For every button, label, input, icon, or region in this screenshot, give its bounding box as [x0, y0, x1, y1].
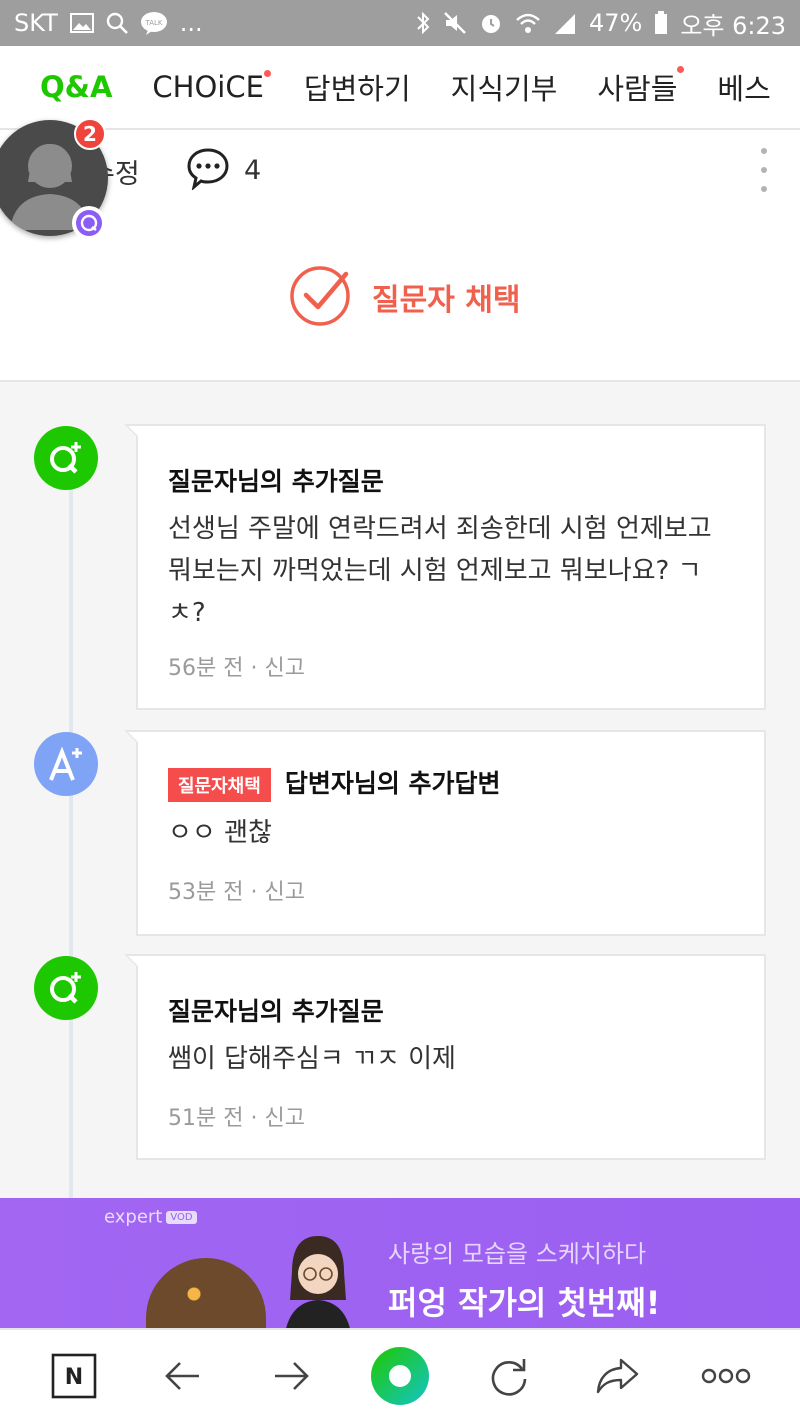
- tab-label: 베스: [717, 72, 771, 106]
- mute-icon: [443, 11, 467, 35]
- signal-icon: [553, 12, 577, 34]
- carrier-label: SKT: [14, 9, 58, 37]
- talk-bubble-icon[interactable]: [72, 206, 106, 240]
- tab-qna[interactable]: Q&A: [40, 70, 112, 104]
- tab-people[interactable]: 사람들: [597, 66, 685, 108]
- comment-count: 4: [244, 154, 262, 186]
- answer-info: 수정 4 질문자 채택: [0, 130, 800, 382]
- ad-brand: expert VOD: [104, 1206, 197, 1228]
- card-time: 51분 전: [168, 1106, 244, 1131]
- logo-letter: N: [65, 1365, 83, 1390]
- followup-answer-card: 질문자채택 답변자님의 추가답변 ㅇㅇ 괜찮 53분 전 · 신고: [124, 730, 766, 936]
- share-button[interactable]: [579, 1338, 655, 1414]
- green-dot-button[interactable]: [362, 1338, 438, 1414]
- ad-title: 퍼엉 작가의 첫번째!: [388, 1284, 661, 1322]
- card-title: 답변자님의 추가답변: [284, 769, 501, 798]
- arrow-left-icon: [165, 1362, 199, 1390]
- browser-bottom-bar: N: [0, 1328, 800, 1422]
- answer-icon: [34, 732, 98, 796]
- back-button[interactable]: [145, 1338, 221, 1414]
- refresh-button[interactable]: [471, 1338, 547, 1414]
- green-dot-icon: [370, 1347, 429, 1405]
- new-dot: [677, 66, 685, 73]
- tab-answer[interactable]: 답변하기: [304, 66, 411, 108]
- ad-brand-tag: VOD: [166, 1210, 197, 1224]
- bluetooth-icon: [415, 11, 431, 35]
- chosen-label: 질문자 채택: [372, 283, 521, 318]
- question-icon: [34, 426, 98, 490]
- card-body: 쌤이 답해주심ㅋ ㄲㅈ 이제: [168, 1044, 456, 1074]
- tab-best[interactable]: 베스: [717, 66, 770, 108]
- battery-icon: [654, 11, 668, 35]
- card-title: 질문자님의 추가질문: [168, 997, 384, 1026]
- ad-illustration: [146, 1258, 266, 1328]
- kakaotalk-icon: TALK: [140, 11, 168, 35]
- naver-logo-icon: N: [51, 1353, 97, 1399]
- report-link[interactable]: 신고: [264, 1106, 304, 1131]
- followup-question-card: 질문자님의 추가질문 선생님 주말에 연락드려서 죄송한데 시험 언제보고 뭐보…: [124, 424, 766, 710]
- chosen-by-asker: 질문자 채택: [288, 262, 520, 332]
- ad-banner[interactable]: expert VOD 사랑의 모습을 스케치하다 퍼엉 작가의 첫번째!: [0, 1198, 800, 1328]
- card-meta: 51분 전 · 신고: [168, 1106, 305, 1131]
- battery-percent: 47%: [588, 9, 643, 37]
- clock: 오후 6:23: [680, 11, 786, 40]
- card-title-row: 질문자채택 답변자님의 추가답변: [168, 764, 501, 802]
- naver-home-button[interactable]: N: [36, 1338, 112, 1414]
- comment-icon: [186, 146, 230, 194]
- report-link[interactable]: 신고: [264, 880, 304, 905]
- more-notifications: ...: [179, 9, 203, 37]
- comment-button[interactable]: 4: [186, 146, 261, 194]
- tab-donation[interactable]: 지식기부: [451, 66, 558, 108]
- more-options-icon[interactable]: [758, 148, 770, 192]
- talk-label: TALK: [144, 19, 162, 27]
- check-circle-icon: [288, 262, 354, 332]
- card-time: 56분 전: [168, 656, 244, 681]
- category-tabs: Q&A CHOiCE 답변하기 지식기부 사람들 베스: [0, 46, 800, 130]
- share-icon: [596, 1358, 639, 1394]
- forward-button[interactable]: [253, 1338, 329, 1414]
- arrow-right-icon: [275, 1362, 310, 1390]
- card-meta: 53분 전 · 신고: [168, 880, 305, 905]
- ad-subtitle: 사랑의 모습을 스케치하다: [388, 1240, 647, 1268]
- notification-badge: 2: [74, 118, 106, 150]
- card-body: ㅇㅇ 괜찮: [168, 818, 272, 848]
- tab-label: CHOiCE: [152, 70, 264, 104]
- report-link[interactable]: 신고: [264, 656, 304, 681]
- card-title: 질문자님의 추가질문: [168, 467, 384, 496]
- timeline-line: [69, 470, 73, 1200]
- wifi-icon: [515, 11, 541, 35]
- followup-question-card: 질문자님의 추가질문 쌤이 답해주심ㅋ ㄲㅈ 이제 51분 전 · 신고: [124, 954, 766, 1160]
- status-bar: SKT TALK ... 47% 오후 6:23: [0, 0, 800, 46]
- ad-person-image: [286, 1236, 350, 1328]
- tab-label: 사람들: [597, 72, 678, 106]
- tab-label: 지식기부: [450, 72, 558, 106]
- question-icon: [34, 956, 98, 1020]
- refresh-icon: [491, 1359, 526, 1396]
- alarm-icon: [479, 11, 503, 35]
- tab-label: 답변하기: [303, 72, 411, 106]
- tab-choice[interactable]: CHOiCE: [152, 70, 271, 104]
- more-menu-button[interactable]: [688, 1338, 764, 1414]
- gallery-icon: [69, 12, 94, 34]
- more-horizontal-icon: [701, 1368, 750, 1384]
- chosen-tag: 질문자채택: [168, 768, 271, 802]
- card-body: 선생님 주말에 연락드려서 죄송한데 시험 언제보고 뭐보는지 까먹었는데 시험…: [168, 514, 712, 628]
- search-icon: [106, 12, 128, 34]
- tab-label: Q&A: [40, 70, 113, 104]
- card-meta: 56분 전 · 신고: [168, 656, 305, 681]
- ad-brand-name: expert: [104, 1206, 163, 1228]
- new-dot: [263, 70, 271, 77]
- card-time: 53분 전: [168, 880, 244, 905]
